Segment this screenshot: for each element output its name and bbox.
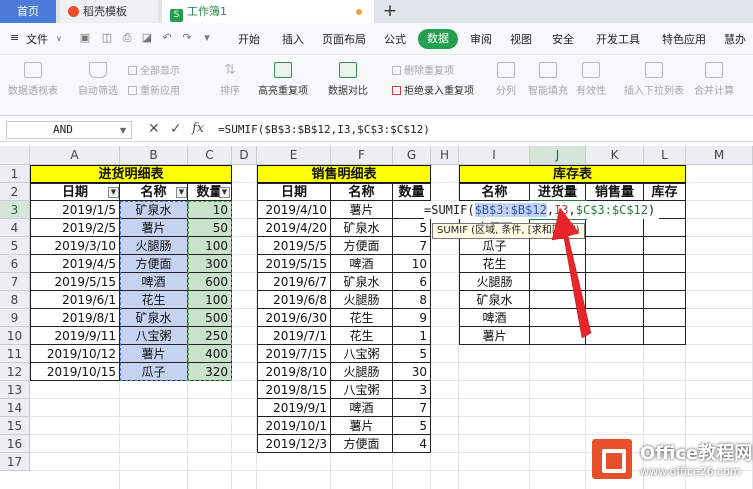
watermark: Office教程网 www.office26.com — [586, 433, 753, 489]
red-arrow-annotation — [551, 207, 592, 339]
watermark-url: www.office26.com — [640, 465, 741, 478]
arrow-shape — [551, 207, 592, 339]
office-logo-icon — [592, 439, 632, 479]
watermark-brand: Office教程网 — [640, 443, 753, 464]
spreadsheet-app: 首页 稻壳模板 S 工作簿1 + ≡ 文件 ∨ ▣ ◫ ⎙ ◪ ↶ ↷ ▾ 开始 … — [0, 0, 753, 489]
